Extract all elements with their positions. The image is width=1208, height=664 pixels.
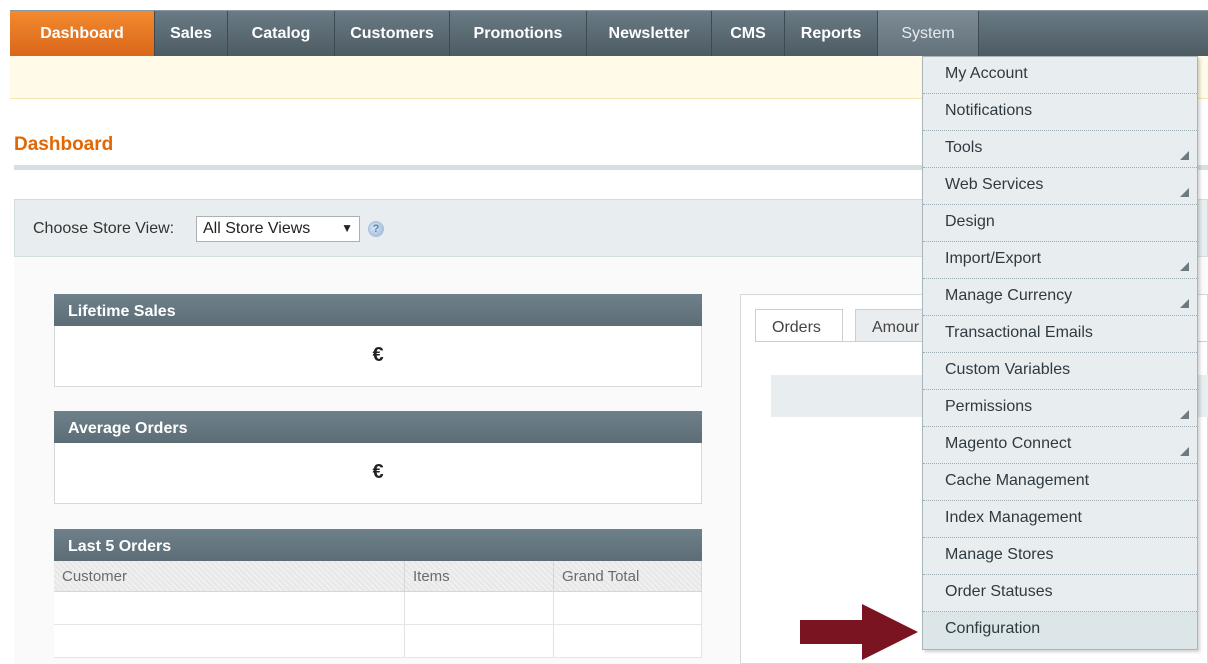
menu-item-cache-management[interactable]: Cache Management <box>923 464 1197 501</box>
average-orders-title: Average Orders <box>54 411 702 443</box>
menu-item-label: Magento Connect <box>945 435 1072 452</box>
menu-item-permissions[interactable]: Permissions <box>923 390 1197 427</box>
menu-item-label: Manage Currency <box>945 287 1073 304</box>
last-orders-box: Last 5 Orders Customer Items Grand Total <box>54 529 702 658</box>
system-dropdown-menu: My Account Notifications Tools Web Servi… <box>922 56 1198 650</box>
column-header-items[interactable]: Items <box>404 561 554 592</box>
store-view-select[interactable]: All Store Views ▼ <box>196 216 360 242</box>
submenu-indicator-icon <box>1180 447 1189 456</box>
page-title: Dashboard <box>14 134 114 155</box>
menu-item-my-account[interactable]: My Account <box>923 57 1197 94</box>
menu-item-custom-variables[interactable]: Custom Variables <box>923 353 1197 390</box>
menu-item-label: Custom Variables <box>945 361 1071 378</box>
menu-item-label: Permissions <box>945 398 1033 415</box>
submenu-indicator-icon <box>1180 262 1189 271</box>
red-arrow-icon <box>800 604 918 660</box>
last-orders-table: Customer Items Grand Total <box>54 561 702 658</box>
submenu-indicator-icon <box>1180 188 1189 197</box>
menu-item-label: Manage Stores <box>945 546 1054 563</box>
lifetime-sales-title: Lifetime Sales <box>54 294 702 326</box>
nav-reports[interactable]: Reports <box>785 11 878 57</box>
nav-cms[interactable]: CMS <box>712 11 785 57</box>
menu-item-label: Index Management <box>945 509 1082 526</box>
menu-item-configuration[interactable]: Configuration <box>923 612 1197 649</box>
submenu-indicator-icon <box>1180 151 1189 160</box>
average-orders-value: € <box>54 443 702 504</box>
last-orders-title: Last 5 Orders <box>54 529 702 561</box>
nav-sales[interactable]: Sales <box>155 11 228 57</box>
nav-dashboard[interactable]: Dashboard <box>10 11 155 57</box>
submenu-indicator-icon <box>1180 299 1189 308</box>
help-icon[interactable]: ? <box>368 221 384 237</box>
tab-orders[interactable]: Orders <box>755 309 843 341</box>
menu-item-label: Order Statuses <box>945 583 1053 600</box>
menu-item-label: Cache Management <box>945 472 1090 489</box>
nav-filler <box>979 11 1208 57</box>
menu-item-label: Tools <box>945 139 983 156</box>
average-orders-box: Average Orders € <box>54 411 702 504</box>
lifetime-sales-box: Lifetime Sales € <box>54 294 702 387</box>
menu-item-transactional-emails[interactable]: Transactional Emails <box>923 316 1197 353</box>
nav-newsletter[interactable]: Newsletter <box>587 11 712 57</box>
store-switcher-label: Choose Store View: <box>33 220 175 237</box>
table-row[interactable] <box>54 591 702 625</box>
menu-item-index-management[interactable]: Index Management <box>923 501 1197 538</box>
nav-catalog[interactable]: Catalog <box>228 11 335 57</box>
dropdown-arrow-icon: ▼ <box>341 221 353 235</box>
nav-customers[interactable]: Customers <box>335 11 450 57</box>
menu-item-label: Transactional Emails <box>945 324 1093 341</box>
menu-item-manage-currency[interactable]: Manage Currency <box>923 279 1197 316</box>
store-view-value: All Store Views <box>203 220 311 237</box>
submenu-indicator-icon <box>1180 410 1189 419</box>
menu-item-label: Design <box>945 213 995 230</box>
nav-system[interactable]: System <box>878 11 979 57</box>
main-navigation: Dashboard Sales Catalog Customers Promot… <box>10 10 1208 57</box>
menu-item-notifications[interactable]: Notifications <box>923 94 1197 131</box>
menu-item-label: Notifications <box>945 102 1033 119</box>
menu-item-web-services[interactable]: Web Services <box>923 168 1197 205</box>
menu-item-label: Configuration <box>945 620 1041 637</box>
lifetime-sales-value: € <box>54 326 702 387</box>
column-header-grand-total[interactable]: Grand Total <box>553 561 702 592</box>
menu-item-tools[interactable]: Tools <box>923 131 1197 168</box>
menu-item-label: Import/Export <box>945 250 1042 267</box>
top-strip <box>0 0 1208 10</box>
menu-item-design[interactable]: Design <box>923 205 1197 242</box>
menu-item-label: My Account <box>945 65 1028 82</box>
table-row[interactable] <box>54 624 702 658</box>
column-header-customer[interactable]: Customer <box>54 561 405 592</box>
menu-item-manage-stores[interactable]: Manage Stores <box>923 538 1197 575</box>
menu-item-order-statuses[interactable]: Order Statuses <box>923 575 1197 612</box>
menu-item-magento-connect[interactable]: Magento Connect <box>923 427 1197 464</box>
menu-item-label: Web Services <box>945 176 1044 193</box>
menu-item-import-export[interactable]: Import/Export <box>923 242 1197 279</box>
nav-promotions[interactable]: Promotions <box>450 11 587 57</box>
